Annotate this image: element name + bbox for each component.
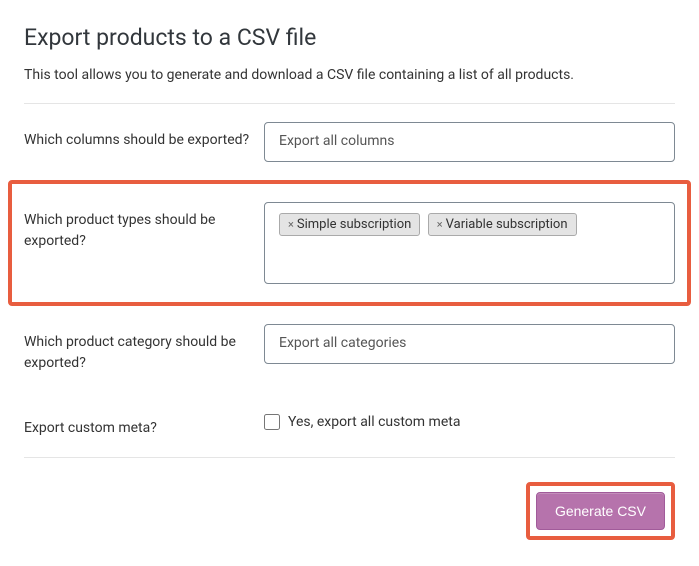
generate-csv-button[interactable]: Generate CSV [536,492,665,530]
custom-meta-checkbox-label: Yes, export all custom meta [288,414,460,430]
tag-label: Simple subscription [297,217,411,232]
product-types-select[interactable]: × Simple subscription × Variable subscri… [264,202,675,284]
label-product-types: Which product types should be exported? [24,202,264,252]
custom-meta-checkbox[interactable] [264,414,280,430]
control-product-types: × Simple subscription × Variable subscri… [264,202,675,284]
export-panel: Export products to a CSV file This tool … [0,0,699,564]
category-select[interactable]: Export all categories [264,324,675,364]
button-row: Generate CSV [24,458,675,540]
row-product-types: Which product types should be exported? … [8,180,691,306]
tag-label: Variable subscription [446,217,568,232]
control-custom-meta: Yes, export all custom meta [264,410,675,430]
checkbox-wrapper: Yes, export all custom meta [264,410,675,430]
tag-simple-subscription: × Simple subscription [279,213,420,236]
label-custom-meta: Export custom meta? [24,410,264,439]
row-category: Which product category should be exporte… [24,306,675,392]
label-columns: Which columns should be exported? [24,122,264,151]
control-columns: Export all columns [264,122,675,162]
page-title: Export products to a CSV file [24,24,675,51]
button-highlight-box: Generate CSV [526,482,675,540]
close-icon[interactable]: × [288,218,294,231]
row-columns: Which columns should be exported? Export… [24,104,675,180]
label-category: Which product category should be exporte… [24,324,264,374]
close-icon[interactable]: × [437,218,443,231]
columns-select[interactable]: Export all columns [264,122,675,162]
page-description: This tool allows you to generate and dow… [24,67,675,83]
row-custom-meta: Export custom meta? Yes, export all cust… [24,392,675,457]
control-category: Export all categories [264,324,675,364]
tag-variable-subscription: × Variable subscription [428,213,577,236]
export-form: Which columns should be exported? Export… [24,103,675,458]
